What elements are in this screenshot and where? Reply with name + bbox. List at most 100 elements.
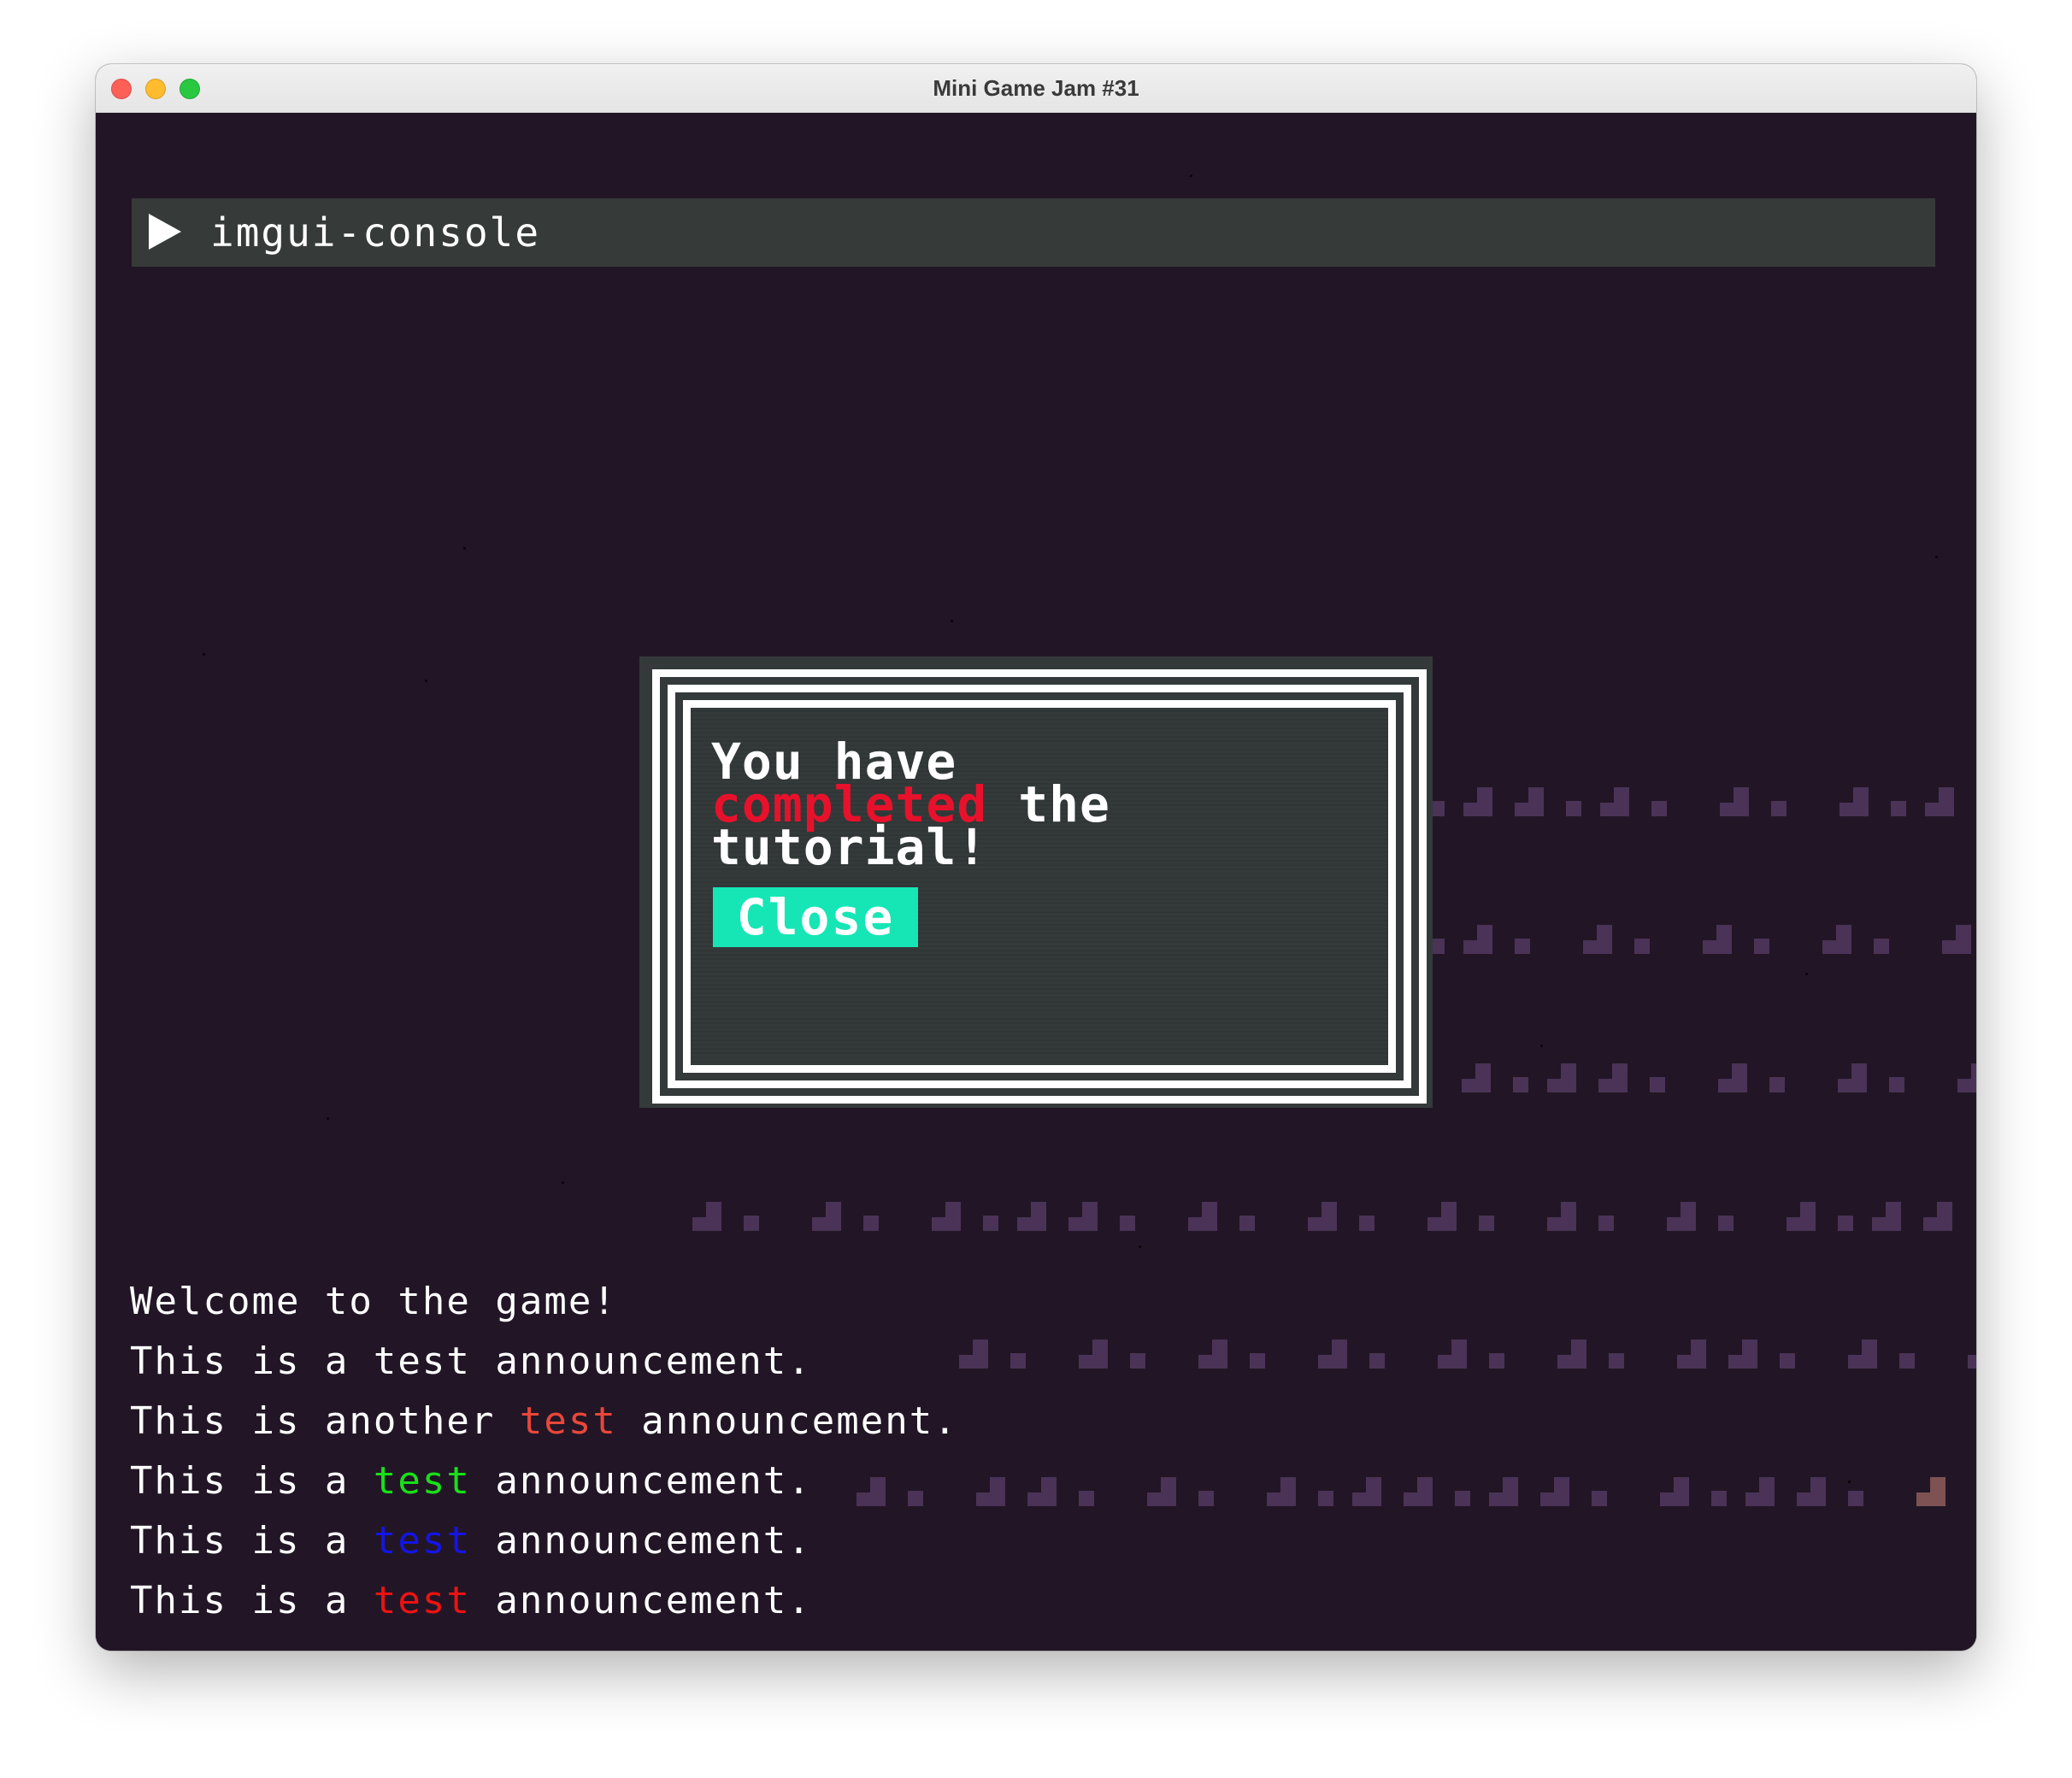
announcement-text: This is a	[130, 1579, 374, 1622]
background-tile-dot	[1566, 801, 1581, 816]
background-tile	[1267, 1477, 1296, 1506]
announcement-highlight: test	[373, 1579, 471, 1622]
background-speck	[203, 653, 205, 656]
background-speck	[1540, 1045, 1543, 1047]
background-tile	[932, 1202, 961, 1231]
background-tile	[1427, 1202, 1457, 1231]
background-tile	[1463, 925, 1492, 954]
background-tile-dot	[1889, 1077, 1904, 1092]
background-tile-dot	[1718, 1216, 1734, 1231]
background-tile-dot	[1079, 1491, 1094, 1506]
background-tile-dot	[1318, 1491, 1333, 1506]
background-tile-dot	[1899, 1353, 1915, 1369]
background-tile	[1720, 787, 1749, 816]
background-tile	[1463, 787, 1492, 816]
background-tile-dot	[1780, 1353, 1795, 1369]
background-tile-dot	[1609, 1353, 1624, 1369]
background-tile	[1308, 1202, 1337, 1231]
background-tile-dot	[863, 1216, 879, 1231]
background-speck	[425, 680, 427, 682]
background-tile-dot	[1769, 1077, 1785, 1092]
announcement-line: This is a test announcement.	[130, 1451, 958, 1511]
background-tile-dot	[983, 1216, 998, 1231]
background-tile-dot	[1359, 1216, 1374, 1231]
background-tile	[1027, 1477, 1057, 1506]
dialog-inner-panel: You have completed the tutorial! Close	[683, 700, 1396, 1073]
background-tile-dot	[1455, 1491, 1470, 1506]
console-header[interactable]: imgui-console	[132, 198, 1935, 267]
announcement-text: announcement.	[616, 1399, 958, 1443]
background-tile-dot	[1250, 1353, 1265, 1369]
background-tile-dot	[1489, 1353, 1504, 1369]
background-tile	[1703, 925, 1732, 954]
background-tile-dot	[1838, 1216, 1853, 1231]
background-tile-dot	[1874, 939, 1889, 954]
background-tile	[812, 1202, 841, 1231]
background-tile	[1198, 1339, 1227, 1369]
background-tile	[1557, 1339, 1586, 1369]
announcement-text: This is a	[130, 1519, 374, 1563]
announcement-line: This is a test announcement.	[130, 1511, 958, 1571]
background-tile-dot	[1010, 1353, 1026, 1369]
background-tile	[1318, 1339, 1347, 1369]
background-tile-dot	[1198, 1491, 1214, 1506]
background-tile	[1942, 925, 1971, 954]
background-tile-dot	[1754, 939, 1769, 954]
background-tile	[1848, 1339, 1877, 1369]
background-tile-dot	[1120, 1216, 1135, 1231]
background-tile	[1489, 1477, 1518, 1506]
background-speck	[1805, 973, 1808, 975]
background-tile	[976, 1477, 1005, 1506]
background-tile-dot	[1513, 1077, 1528, 1092]
background-speck	[1139, 1245, 1141, 1248]
background-tile	[1147, 1477, 1176, 1506]
triangle-right-icon[interactable]	[149, 214, 181, 250]
background-tile	[1547, 1202, 1576, 1231]
background-tile	[1925, 787, 1954, 816]
background-tile	[1660, 1477, 1689, 1506]
game-canvas[interactable]: imgui-console You have completed the tut…	[96, 113, 1976, 1651]
background-tile	[1600, 787, 1629, 816]
background-tile	[1718, 1063, 1747, 1092]
game-window: Mini Game Jam #31 imgui-console You have…	[96, 64, 1976, 1651]
close-button[interactable]: Close	[713, 887, 918, 947]
announcement-line: Welcome to the game!	[130, 1272, 958, 1332]
announcement-line: This is another test announcement.	[130, 1392, 958, 1451]
background-tile	[1822, 925, 1851, 954]
background-tile	[1677, 1339, 1706, 1369]
background-tile	[1872, 1202, 1901, 1231]
background-speck	[562, 1181, 564, 1184]
background-tile	[1583, 925, 1612, 954]
announcement-text: This is a test announcement.	[130, 1339, 812, 1383]
dialog-message: You have completed the tutorial!	[711, 737, 1224, 872]
announcement-highlight: test	[519, 1399, 617, 1443]
background-tile-dot	[1369, 1353, 1385, 1369]
background-tile-dot	[1650, 1077, 1665, 1092]
background-tile-dot	[1515, 939, 1530, 954]
dialog-middle-border: You have completed the tutorial! Close	[668, 685, 1411, 1088]
background-tile	[1957, 1063, 1976, 1092]
background-tile-dot	[1651, 801, 1667, 816]
console-title: imgui-console	[210, 209, 541, 256]
background-tile-dot	[1634, 939, 1650, 954]
background-speck	[951, 620, 953, 622]
background-tile	[1916, 1477, 1945, 1506]
background-tile-dot	[1130, 1353, 1145, 1369]
background-tile	[1745, 1477, 1775, 1506]
background-tile	[1188, 1202, 1217, 1231]
background-tile-dot	[1239, 1216, 1255, 1231]
dialog-outer-border: You have completed the tutorial! Close	[652, 669, 1427, 1104]
announcement-log: Welcome to the game! This is a test anno…	[130, 1272, 958, 1631]
background-tile	[1797, 1477, 1826, 1506]
announcement-text: announcement.	[470, 1579, 812, 1622]
announcement-text: Welcome to the game!	[130, 1280, 617, 1323]
announcement-line: This is a test announcement.	[130, 1332, 958, 1392]
announcement-text: announcement.	[470, 1459, 812, 1503]
background-tile	[1839, 787, 1869, 816]
background-tile	[1352, 1477, 1381, 1506]
background-tile	[1515, 787, 1544, 816]
background-tile	[1838, 1063, 1867, 1092]
background-tile-dot	[1711, 1491, 1727, 1506]
background-speck	[327, 1117, 329, 1120]
tutorial-dialog: You have completed the tutorial! Close	[639, 656, 1433, 1108]
